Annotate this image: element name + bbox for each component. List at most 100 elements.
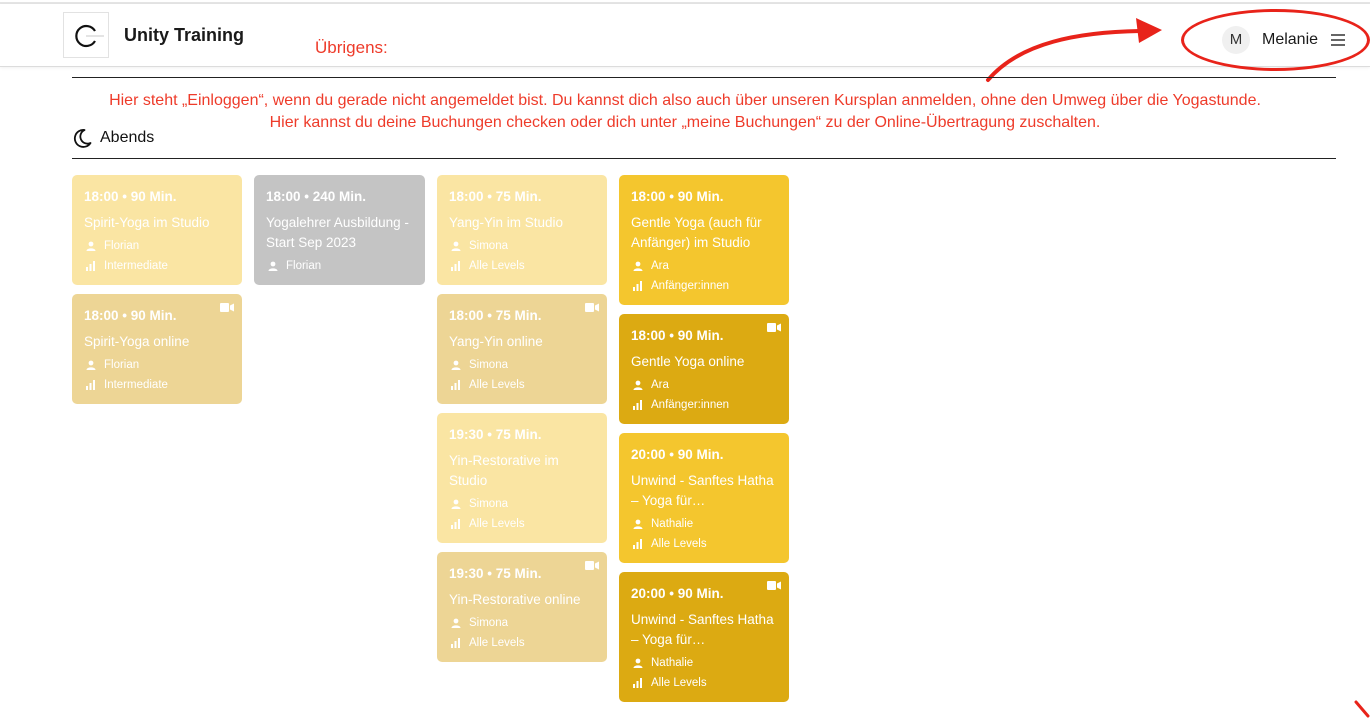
level-label: Anfänger:innen xyxy=(651,399,730,411)
class-title: Yang-Yin im Studio xyxy=(449,215,564,230)
class-teacher: Florian xyxy=(84,239,230,253)
class-teacher: Nathalie xyxy=(631,517,777,531)
teacher-name: Florian xyxy=(104,240,140,252)
class-teacher: Ara xyxy=(631,378,777,392)
class-level: Intermediate xyxy=(84,259,230,273)
class-level: Anfänger:innen xyxy=(631,279,777,293)
class-card[interactable]: 18:00 • 75 Min. Yang-Yin online Simona A… xyxy=(437,294,607,404)
class-level: Anfänger:innen xyxy=(631,398,777,412)
teacher-name: Simona xyxy=(469,240,508,252)
video-camera-icon xyxy=(585,303,599,312)
level-bars-icon xyxy=(633,281,642,291)
person-icon xyxy=(633,380,643,390)
class-time: 20:00 • 90 Min. xyxy=(631,586,724,601)
level-label: Alle Levels xyxy=(651,677,707,689)
annotation-arrow-fragment-icon xyxy=(1354,700,1370,718)
level-label: Alle Levels xyxy=(469,260,525,272)
class-level: Alle Levels xyxy=(449,517,595,531)
level-bars-icon xyxy=(451,519,460,529)
class-card[interactable]: 18:00 • 90 Min. Gentle Yoga online Ara A… xyxy=(619,314,789,424)
schedule-column: 18:00 • 90 Min. Gentle Yoga (auch für An… xyxy=(619,175,789,711)
class-level: Alle Levels xyxy=(631,537,777,551)
class-teacher: Florian xyxy=(266,259,413,273)
class-teacher: Nathalie xyxy=(631,656,777,670)
level-bars-icon xyxy=(451,380,460,390)
class-teacher: Simona xyxy=(449,616,595,630)
class-level: Alle Levels xyxy=(449,259,595,273)
class-level: Intermediate xyxy=(84,378,230,392)
level-bars-icon xyxy=(633,678,642,688)
class-card[interactable]: 18:00 • 75 Min. Yang-Yin im Studio Simon… xyxy=(437,175,607,285)
class-title: Spirit-Yoga online xyxy=(84,334,190,349)
video-camera-icon xyxy=(220,303,234,312)
level-bars-icon xyxy=(86,380,95,390)
teacher-name: Ara xyxy=(651,260,669,272)
class-time: 18:00 • 90 Min. xyxy=(84,308,177,323)
person-icon xyxy=(451,360,461,370)
level-label: Alle Levels xyxy=(469,637,525,649)
class-teacher: Simona xyxy=(449,239,595,253)
class-time: 18:00 • 240 Min. xyxy=(266,189,367,204)
teacher-name: Florian xyxy=(104,359,140,371)
class-teacher: Florian xyxy=(84,358,230,372)
person-icon xyxy=(451,241,461,251)
level-bars-icon xyxy=(633,400,642,410)
section-divider xyxy=(72,158,1336,159)
level-label: Anfänger:innen xyxy=(651,280,730,292)
class-time: 20:00 • 90 Min. xyxy=(631,447,724,462)
class-title: Yin-Restorative im Studio xyxy=(449,453,559,488)
person-icon xyxy=(633,658,643,668)
person-icon xyxy=(86,360,96,370)
top-divider xyxy=(72,77,1336,78)
class-title: Unwind - Sanftes Hatha – Yoga für… xyxy=(631,612,774,647)
person-icon xyxy=(451,618,461,628)
video-camera-icon xyxy=(767,323,781,332)
video-camera-icon xyxy=(585,561,599,570)
class-card[interactable]: 18:00 • 90 Min. Spirit-Yoga online Flori… xyxy=(72,294,242,404)
level-bars-icon xyxy=(451,638,460,648)
section-title: Abends xyxy=(100,129,155,146)
class-level: Alle Levels xyxy=(449,636,595,650)
level-label: Alle Levels xyxy=(469,379,525,391)
class-title: Unwind - Sanftes Hatha – Yoga für… xyxy=(631,473,774,508)
person-icon xyxy=(268,261,278,271)
class-title: Yin-Restorative online xyxy=(449,592,581,607)
class-teacher: Simona xyxy=(449,358,595,372)
class-time: 18:00 • 90 Min. xyxy=(631,328,724,343)
class-card[interactable]: 18:00 • 240 Min. Yogalehrer Ausbildung -… xyxy=(254,175,425,285)
annotation-text-line-2: Hier kannst du deine Buchungen checken o… xyxy=(269,114,1101,131)
class-card[interactable]: 20:00 • 90 Min. Unwind - Sanftes Hatha –… xyxy=(619,433,789,563)
level-label: Intermediate xyxy=(104,379,168,391)
class-time: 19:30 • 75 Min. xyxy=(449,566,542,581)
class-card[interactable]: 19:30 • 75 Min. Yin-Restorative im Studi… xyxy=(437,413,607,543)
teacher-name: Simona xyxy=(469,498,508,510)
video-camera-icon xyxy=(767,581,781,590)
moon-icon xyxy=(73,129,92,148)
schedule-column: 18:00 • 75 Min. Yang-Yin im Studio Simon… xyxy=(437,175,607,671)
class-level: Alle Levels xyxy=(631,676,777,690)
class-time: 18:00 • 75 Min. xyxy=(449,189,542,204)
level-bars-icon xyxy=(86,261,95,271)
annotation-text-line-1: Hier steht „Einloggen“, wenn du gerade n… xyxy=(109,92,1261,109)
class-title: Gentle Yoga online xyxy=(631,354,745,369)
person-icon xyxy=(86,241,96,251)
class-card[interactable]: 19:30 • 75 Min. Yin-Restorative online S… xyxy=(437,552,607,662)
class-card[interactable]: 18:00 • 90 Min. Spirit-Yoga im Studio Fl… xyxy=(72,175,242,285)
level-bars-icon xyxy=(633,539,642,549)
class-card[interactable]: 18:00 • 90 Min. Gentle Yoga (auch für An… xyxy=(619,175,789,305)
teacher-name: Simona xyxy=(469,617,508,629)
teacher-name: Florian xyxy=(286,260,322,272)
level-label: Alle Levels xyxy=(651,538,707,550)
class-time: 18:00 • 90 Min. xyxy=(631,189,724,204)
teacher-name: Nathalie xyxy=(651,657,694,669)
class-time: 18:00 • 75 Min. xyxy=(449,308,542,323)
class-title: Yogalehrer Ausbildung - Start Sep 2023 xyxy=(266,215,409,250)
teacher-name: Simona xyxy=(469,359,508,371)
person-icon xyxy=(633,261,643,271)
level-label: Intermediate xyxy=(104,260,168,272)
class-title: Yang-Yin online xyxy=(449,334,543,349)
class-time: 19:30 • 75 Min. xyxy=(449,427,542,442)
class-teacher: Ara xyxy=(631,259,777,273)
schedule-column: 18:00 • 90 Min. Spirit-Yoga im Studio Fl… xyxy=(72,175,242,413)
class-card[interactable]: 20:00 • 90 Min. Unwind - Sanftes Hatha –… xyxy=(619,572,789,702)
